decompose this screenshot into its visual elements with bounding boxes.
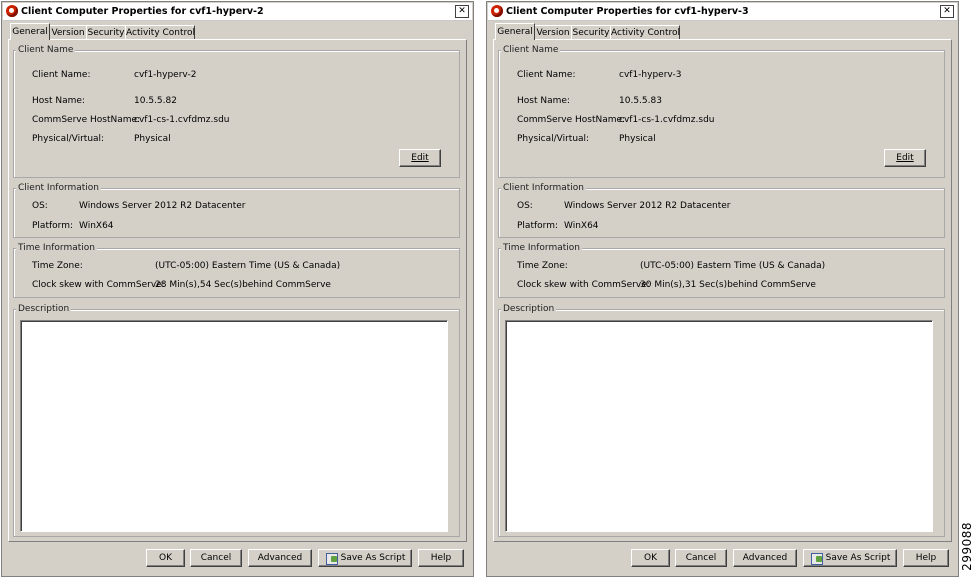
save-as-script-button[interactable]: Save As Script — [318, 549, 412, 567]
group-title: Time Information — [501, 243, 582, 253]
platform-label: Platform: — [517, 221, 558, 231]
tab-general[interactable]: General — [10, 23, 50, 40]
platform-label: Platform: — [32, 221, 73, 231]
physical-virtual-value: Physical — [134, 134, 171, 144]
client-information-group: Client Information OS: Windows Server 20… — [498, 183, 945, 238]
group-title: Client Information — [16, 183, 102, 193]
ok-button[interactable]: OK — [631, 549, 670, 567]
time-zone-value: (UTC-05:00) Eastern Time (US & Canada) — [640, 261, 826, 271]
time-information-group: Time Information Time Zone: (UTC-05:00) … — [13, 243, 460, 298]
commserve-hostname-value: cvf1-cs-1.cvfdmz.sdu — [619, 115, 715, 125]
client-properties-dialog-hyperv-3: Client Computer Properties for cvf1-hype… — [486, 1, 959, 577]
tab-activity-control[interactable]: Activity Control — [125, 25, 195, 40]
time-zone-label: Time Zone: — [517, 261, 568, 271]
os-value: Windows Server 2012 R2 Datacenter — [564, 201, 731, 211]
tab-version[interactable]: Version — [49, 25, 87, 40]
app-logo-icon — [6, 5, 18, 17]
host-name-value: 10.5.5.83 — [619, 96, 662, 106]
description-textarea[interactable] — [505, 320, 933, 532]
cancel-button[interactable]: Cancel — [190, 549, 242, 567]
cancel-button[interactable]: Cancel — [675, 549, 727, 567]
save-as-script-button[interactable]: Save As Script — [803, 549, 897, 567]
client-name-value: cvf1-hyperv-2 — [134, 70, 197, 80]
script-icon — [326, 553, 338, 565]
group-title: Client Name — [16, 45, 76, 55]
ok-button[interactable]: OK — [146, 549, 185, 567]
commserve-hostname-value: cvf1-cs-1.cvfdmz.sdu — [134, 115, 230, 125]
platform-value: WinX64 — [79, 221, 114, 231]
close-button[interactable]: ✕ — [940, 5, 954, 18]
group-title: Description — [16, 304, 72, 314]
description-group: Description — [13, 304, 460, 537]
client-name-label: Client Name: — [517, 70, 576, 80]
time-information-group: Time Information Time Zone: (UTC-05:00) … — [498, 243, 945, 298]
edit-button[interactable]: Edit — [399, 149, 441, 167]
client-name-group: Client Name Client Name: cvf1-hyperv-3 H… — [498, 45, 945, 178]
client-information-group: Client Information OS: Windows Server 20… — [13, 183, 460, 238]
group-title: Time Information — [16, 243, 97, 253]
script-icon — [811, 553, 823, 565]
host-name-label: Host Name: — [517, 96, 570, 106]
os-value: Windows Server 2012 R2 Datacenter — [79, 201, 246, 211]
clock-skew-value: 30 Min(s),31 Sec(s)behind CommServe — [640, 280, 816, 290]
tab-general[interactable]: General — [495, 23, 535, 40]
os-label: OS: — [32, 201, 48, 211]
time-zone-label: Time Zone: — [32, 261, 83, 271]
help-button[interactable]: Help — [903, 549, 949, 567]
client-properties-dialog-hyperv-2: Client Computer Properties for cvf1-hype… — [1, 1, 474, 577]
advanced-button[interactable]: Advanced — [248, 549, 312, 567]
tab-security[interactable]: Security — [571, 25, 611, 40]
save-as-script-label: Save As Script — [825, 553, 891, 563]
commserve-hostname-label: CommServe HostName: — [32, 115, 141, 125]
group-title: Client Name — [501, 45, 561, 55]
save-as-script-label: Save As Script — [340, 553, 406, 563]
figure-number: 299088 — [960, 522, 974, 571]
physical-virtual-label: Physical/Virtual: — [517, 134, 590, 144]
title-bar[interactable]: Client Computer Properties for cvf1-hype… — [488, 3, 957, 21]
edit-button[interactable]: Edit — [884, 149, 926, 167]
window-title: Client Computer Properties for cvf1-hype… — [506, 6, 749, 17]
app-logo-icon — [491, 5, 503, 17]
physical-virtual-label: Physical/Virtual: — [32, 134, 105, 144]
tab-security[interactable]: Security — [86, 25, 126, 40]
client-name-label: Client Name: — [32, 70, 91, 80]
tab-activity-control[interactable]: Activity Control — [610, 25, 680, 40]
client-name-group: Client Name Client Name: cvf1-hyperv-2 H… — [13, 45, 460, 178]
physical-virtual-value: Physical — [619, 134, 656, 144]
group-title: Client Information — [501, 183, 587, 193]
tab-version[interactable]: Version — [534, 25, 572, 40]
platform-value: WinX64 — [564, 221, 599, 231]
host-name-label: Host Name: — [32, 96, 85, 106]
group-title: Description — [501, 304, 557, 314]
host-name-value: 10.5.5.82 — [134, 96, 177, 106]
os-label: OS: — [517, 201, 533, 211]
title-bar[interactable]: Client Computer Properties for cvf1-hype… — [3, 3, 472, 21]
clock-skew-label: Clock skew with CommServe: — [517, 280, 650, 290]
help-button[interactable]: Help — [418, 549, 464, 567]
window-title: Client Computer Properties for cvf1-hype… — [21, 6, 264, 17]
time-zone-value: (UTC-05:00) Eastern Time (US & Canada) — [155, 261, 341, 271]
close-button[interactable]: ✕ — [455, 5, 469, 18]
description-group: Description — [498, 304, 945, 537]
clock-skew-value: 28 Min(s),54 Sec(s)behind CommServe — [155, 280, 331, 290]
commserve-hostname-label: CommServe HostName: — [517, 115, 626, 125]
client-name-value: cvf1-hyperv-3 — [619, 70, 682, 80]
advanced-button[interactable]: Advanced — [733, 549, 797, 567]
clock-skew-label: Clock skew with CommServe: — [32, 280, 165, 290]
description-textarea[interactable] — [20, 320, 448, 532]
